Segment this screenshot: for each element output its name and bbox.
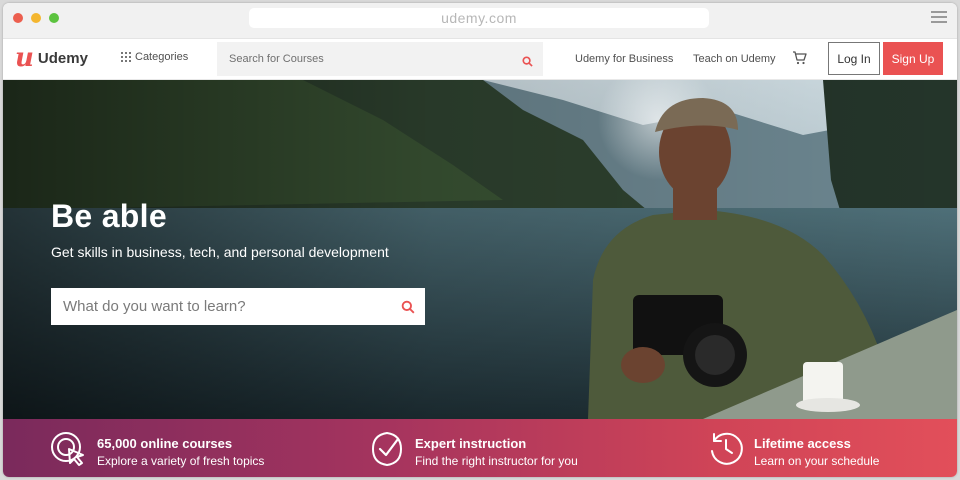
hero-title: Be able bbox=[51, 198, 167, 234]
login-button[interactable]: Log In bbox=[828, 42, 880, 75]
udemy-logo-mark: u bbox=[15, 43, 34, 73]
feature-description: Explore a variety of fresh topics bbox=[97, 454, 265, 468]
hero-banner: Be able Get skills in business, tech, an… bbox=[3, 80, 957, 419]
grid-icon bbox=[121, 52, 131, 62]
feature-item: 65,000 online courses Explore a variety … bbox=[49, 429, 264, 469]
feature-item: Lifetime access Learn on your schedule bbox=[706, 429, 879, 469]
logo-text: Udemy bbox=[37, 49, 88, 67]
hero-search-box bbox=[51, 288, 425, 325]
teach-on-udemy-link[interactable]: Teach on Udemy bbox=[693, 53, 776, 65]
hero-subtitle: Get skills in business, tech, and person… bbox=[51, 244, 389, 260]
categories-menu[interactable]: Categories bbox=[121, 51, 188, 63]
feature-title: Expert instruction bbox=[415, 436, 527, 451]
browser-chrome: udemy.com bbox=[3, 3, 957, 39]
hero-search-input[interactable] bbox=[51, 288, 381, 325]
udemy-for-business-link[interactable]: Udemy for Business bbox=[575, 53, 673, 65]
badge-check-icon bbox=[367, 429, 407, 469]
browser-window: udemy.com u Udemy Categories Udemy for B… bbox=[3, 3, 957, 477]
feature-item: Expert instruction Find the right instru… bbox=[367, 429, 578, 469]
site-header: u Udemy Categories Udemy for Business Te… bbox=[3, 39, 957, 80]
feature-title: Lifetime access bbox=[754, 436, 851, 451]
maximize-window-button[interactable] bbox=[49, 13, 59, 23]
search-icon[interactable] bbox=[522, 54, 533, 72]
signup-button[interactable]: Sign Up bbox=[883, 42, 943, 75]
header-search-box bbox=[217, 42, 543, 76]
features-bar: 65,000 online courses Explore a variety … bbox=[3, 419, 957, 477]
feature-description: Learn on your schedule bbox=[754, 454, 880, 468]
address-bar[interactable]: udemy.com bbox=[249, 8, 709, 28]
close-window-button[interactable] bbox=[13, 13, 23, 23]
feature-description: Find the right instructor for you bbox=[415, 454, 578, 468]
udemy-logo[interactable]: u Udemy bbox=[15, 45, 88, 71]
feature-title: 65,000 online courses bbox=[97, 436, 233, 451]
history-clock-icon bbox=[706, 429, 746, 469]
menu-icon[interactable] bbox=[931, 11, 947, 23]
minimize-window-button[interactable] bbox=[31, 13, 41, 23]
target-cursor-icon bbox=[49, 429, 89, 469]
cart-icon[interactable] bbox=[792, 51, 807, 70]
search-icon[interactable] bbox=[401, 300, 415, 319]
categories-label: Categories bbox=[135, 51, 189, 63]
header-search-input[interactable] bbox=[217, 42, 507, 76]
